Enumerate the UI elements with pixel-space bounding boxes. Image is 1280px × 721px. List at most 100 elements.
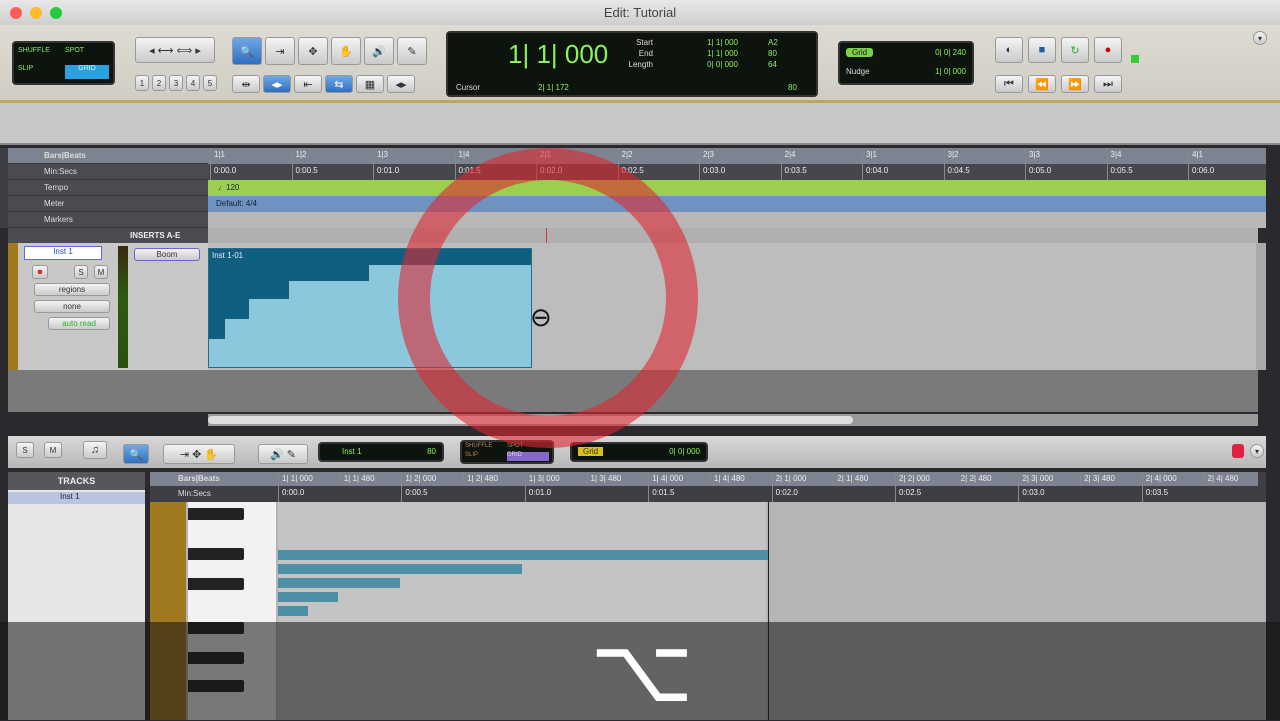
midi-ruler-label-secs[interactable]: Min:Secs	[150, 486, 278, 502]
midi-note[interactable]	[278, 592, 338, 602]
option-mirror-icon[interactable]: ⇆	[325, 75, 353, 93]
grid-label[interactable]: Grid	[846, 48, 874, 57]
vertical-scrollbar[interactable]	[1256, 243, 1266, 370]
option-grid-icon[interactable]: ▦	[356, 75, 384, 93]
midi-record-icon[interactable]	[1232, 444, 1244, 458]
meter-value: A2	[768, 38, 778, 47]
midi-mute-button[interactable]: M	[44, 442, 62, 458]
bars-beats-ruler[interactable]: 1|1 1|2 1|3 1|4 2|1 2|2 2|3 2|4 3|1 3|2 3|3 3|4 4|1	[208, 148, 1266, 164]
close-button[interactable]	[10, 7, 22, 19]
minimize-button[interactable]	[30, 7, 42, 19]
option-link-icon[interactable]: ⇹	[232, 75, 260, 93]
automation-mode[interactable]: auto read	[48, 317, 110, 330]
insert-slot-a[interactable]: Boom	[134, 248, 200, 261]
toolbar-menu-icon[interactable]: ▾	[1253, 31, 1267, 45]
record-icon[interactable]: ●	[1094, 37, 1122, 63]
track-playlist[interactable]: Inst 1-01	[208, 228, 1258, 370]
ruler-label-meter[interactable]: Meter	[8, 196, 208, 212]
option-loop-icon[interactable]: ◂▸	[387, 75, 415, 93]
tempo-value[interactable]: 80	[788, 83, 797, 92]
zoomer-tool-icon[interactable]: 🔍	[232, 37, 262, 65]
zoom-buttons[interactable]: ◂ ⟷ ⟺ ▸	[135, 37, 215, 63]
notation-icon[interactable]: ♫	[83, 441, 107, 459]
option-insertion-icon[interactable]: ⇤	[294, 75, 322, 93]
zoom-button[interactable]	[50, 7, 62, 19]
midi-zoomer-icon[interactable]: 🔍	[123, 444, 149, 464]
midi-note[interactable]	[278, 564, 522, 574]
stop-icon[interactable]: ■	[1028, 37, 1056, 63]
main-counter[interactable]: 1| 1| 000	[508, 39, 608, 70]
midi-ruler-label-bars[interactable]: Bars|Beats	[150, 472, 278, 486]
return-to-zero-icon[interactable]: ⏮	[995, 75, 1023, 93]
inserts-header[interactable]: INSERTS A-E	[130, 231, 180, 240]
selector-tool-icon[interactable]: ✥	[298, 37, 328, 65]
ruler-label-tempo[interactable]: Tempo	[8, 180, 208, 196]
ruler-label-minsecs[interactable]: Min:Secs	[8, 164, 208, 180]
midi-note[interactable]	[278, 550, 768, 560]
trim-tool-icon[interactable]: ⇥	[265, 37, 295, 65]
midi-track-name[interactable]: Inst 1	[342, 447, 362, 456]
level-meter	[118, 246, 128, 368]
mode-shuffle[interactable]: SHUFFLE	[18, 47, 62, 62]
nudge-value[interactable]: 1| 0| 000	[935, 67, 966, 76]
markers-ruler[interactable]	[208, 212, 1266, 228]
midi-velocity[interactable]: 80	[427, 447, 436, 456]
midi-mode-slip[interactable]: SLIP	[465, 452, 507, 461]
midi-note[interactable]	[278, 578, 400, 588]
ruler-tick: 1|1	[210, 148, 225, 164]
go-to-end-icon[interactable]: ⏭	[1094, 75, 1122, 93]
zoom-preset-4[interactable]: 4	[186, 75, 200, 91]
midi-bars-ruler[interactable]: 1| 1| 000 1| 1| 480 1| 2| 000 1| 2| 480 1| 3…	[278, 472, 1258, 486]
mode-grid[interactable]: GRID	[65, 64, 109, 79]
fast-forward-icon[interactable]: ⏩	[1061, 75, 1089, 93]
midi-mode-shuffle[interactable]: SHUFFLE	[465, 443, 507, 452]
horizontal-scrollbar[interactable]	[208, 414, 1258, 426]
mode-slip[interactable]: SLIP	[18, 65, 62, 80]
midi-solo-button[interactable]: S	[16, 442, 34, 458]
midi-secs-ruler[interactable]: 0:00.0 0:00.5 0:01.0 0:01.5 0:02.0 0:02.5 0:03…	[278, 486, 1258, 502]
midi-scrub-pencil-tools[interactable]: 🔊 ✎	[258, 444, 308, 464]
grabber-tool-icon[interactable]: ✋	[331, 37, 361, 65]
mute-button[interactable]: M	[94, 265, 108, 279]
start-value[interactable]: 1| 1| 000	[683, 37, 738, 48]
zoom-preset-5[interactable]: 5	[203, 75, 217, 91]
rewind-icon[interactable]: ⏪	[1028, 75, 1056, 93]
group-selector[interactable]: none	[34, 300, 110, 313]
mode-spot[interactable]: SPOT	[65, 47, 109, 62]
track-name[interactable]: Inst 1	[24, 246, 102, 260]
nudge-label[interactable]: Nudge	[846, 67, 870, 76]
ruler-label-markers[interactable]: Markers	[8, 212, 208, 228]
midi-note[interactable]	[278, 606, 308, 616]
transport-nav: ⏮ ⏪ ⏩ ⏭	[995, 75, 1122, 93]
midi-grid-value[interactable]: 0| 0| 000	[669, 447, 700, 456]
ruler-label-bars[interactable]: Bars|Beats	[8, 148, 208, 164]
view-selector[interactable]: regions	[34, 283, 110, 296]
pencil-tool-icon[interactable]: ✎	[397, 37, 427, 65]
tracks-list-item[interactable]: Inst 1	[8, 492, 145, 504]
end-value[interactable]: 1| 1| 000	[683, 48, 738, 59]
track-column-header: INSERTS A-E	[8, 228, 208, 243]
midi-tools[interactable]: ⇥ ✥ ✋	[163, 444, 235, 464]
record-enable-icon[interactable]: ●	[32, 265, 48, 279]
solo-button[interactable]: S	[74, 265, 88, 279]
meter-marker[interactable]: Default: 4/4	[216, 199, 257, 208]
tempo-ruler[interactable]: ♩120	[208, 180, 1266, 196]
ruler-tick: 0:04.0	[862, 164, 888, 180]
midi-track-select[interactable]: Inst 1 80	[318, 442, 444, 462]
length-value[interactable]: 0| 0| 000	[683, 59, 738, 70]
play-icon[interactable]: ↻	[1061, 37, 1089, 63]
online-icon[interactable]: ◐	[995, 37, 1023, 63]
grid-value[interactable]: 0| 0| 240	[935, 48, 966, 57]
tempo-marker[interactable]: 120	[226, 183, 239, 192]
midi-menu-icon[interactable]: ▾	[1250, 444, 1264, 458]
zoom-preset-2[interactable]: 2	[152, 75, 166, 91]
zoom-preset-1[interactable]: 1	[135, 75, 149, 91]
zoom-preset-3[interactable]: 3	[169, 75, 183, 91]
min-secs-ruler[interactable]: 0:00.0 0:00.5 0:01.0 0:01.5 0:02.0 0:02.5 0:03…	[208, 164, 1266, 180]
scrubber-tool-icon[interactable]: 🔊	[364, 37, 394, 65]
option-tab-icon[interactable]: ◂▸	[263, 75, 291, 93]
midi-mode-grid[interactable]: GRID	[507, 452, 549, 461]
midi-grid-label[interactable]: Grid	[578, 447, 604, 456]
track-timeline-header	[208, 228, 1258, 243]
meter-ruler[interactable]: Default: 4/4	[208, 196, 1266, 212]
